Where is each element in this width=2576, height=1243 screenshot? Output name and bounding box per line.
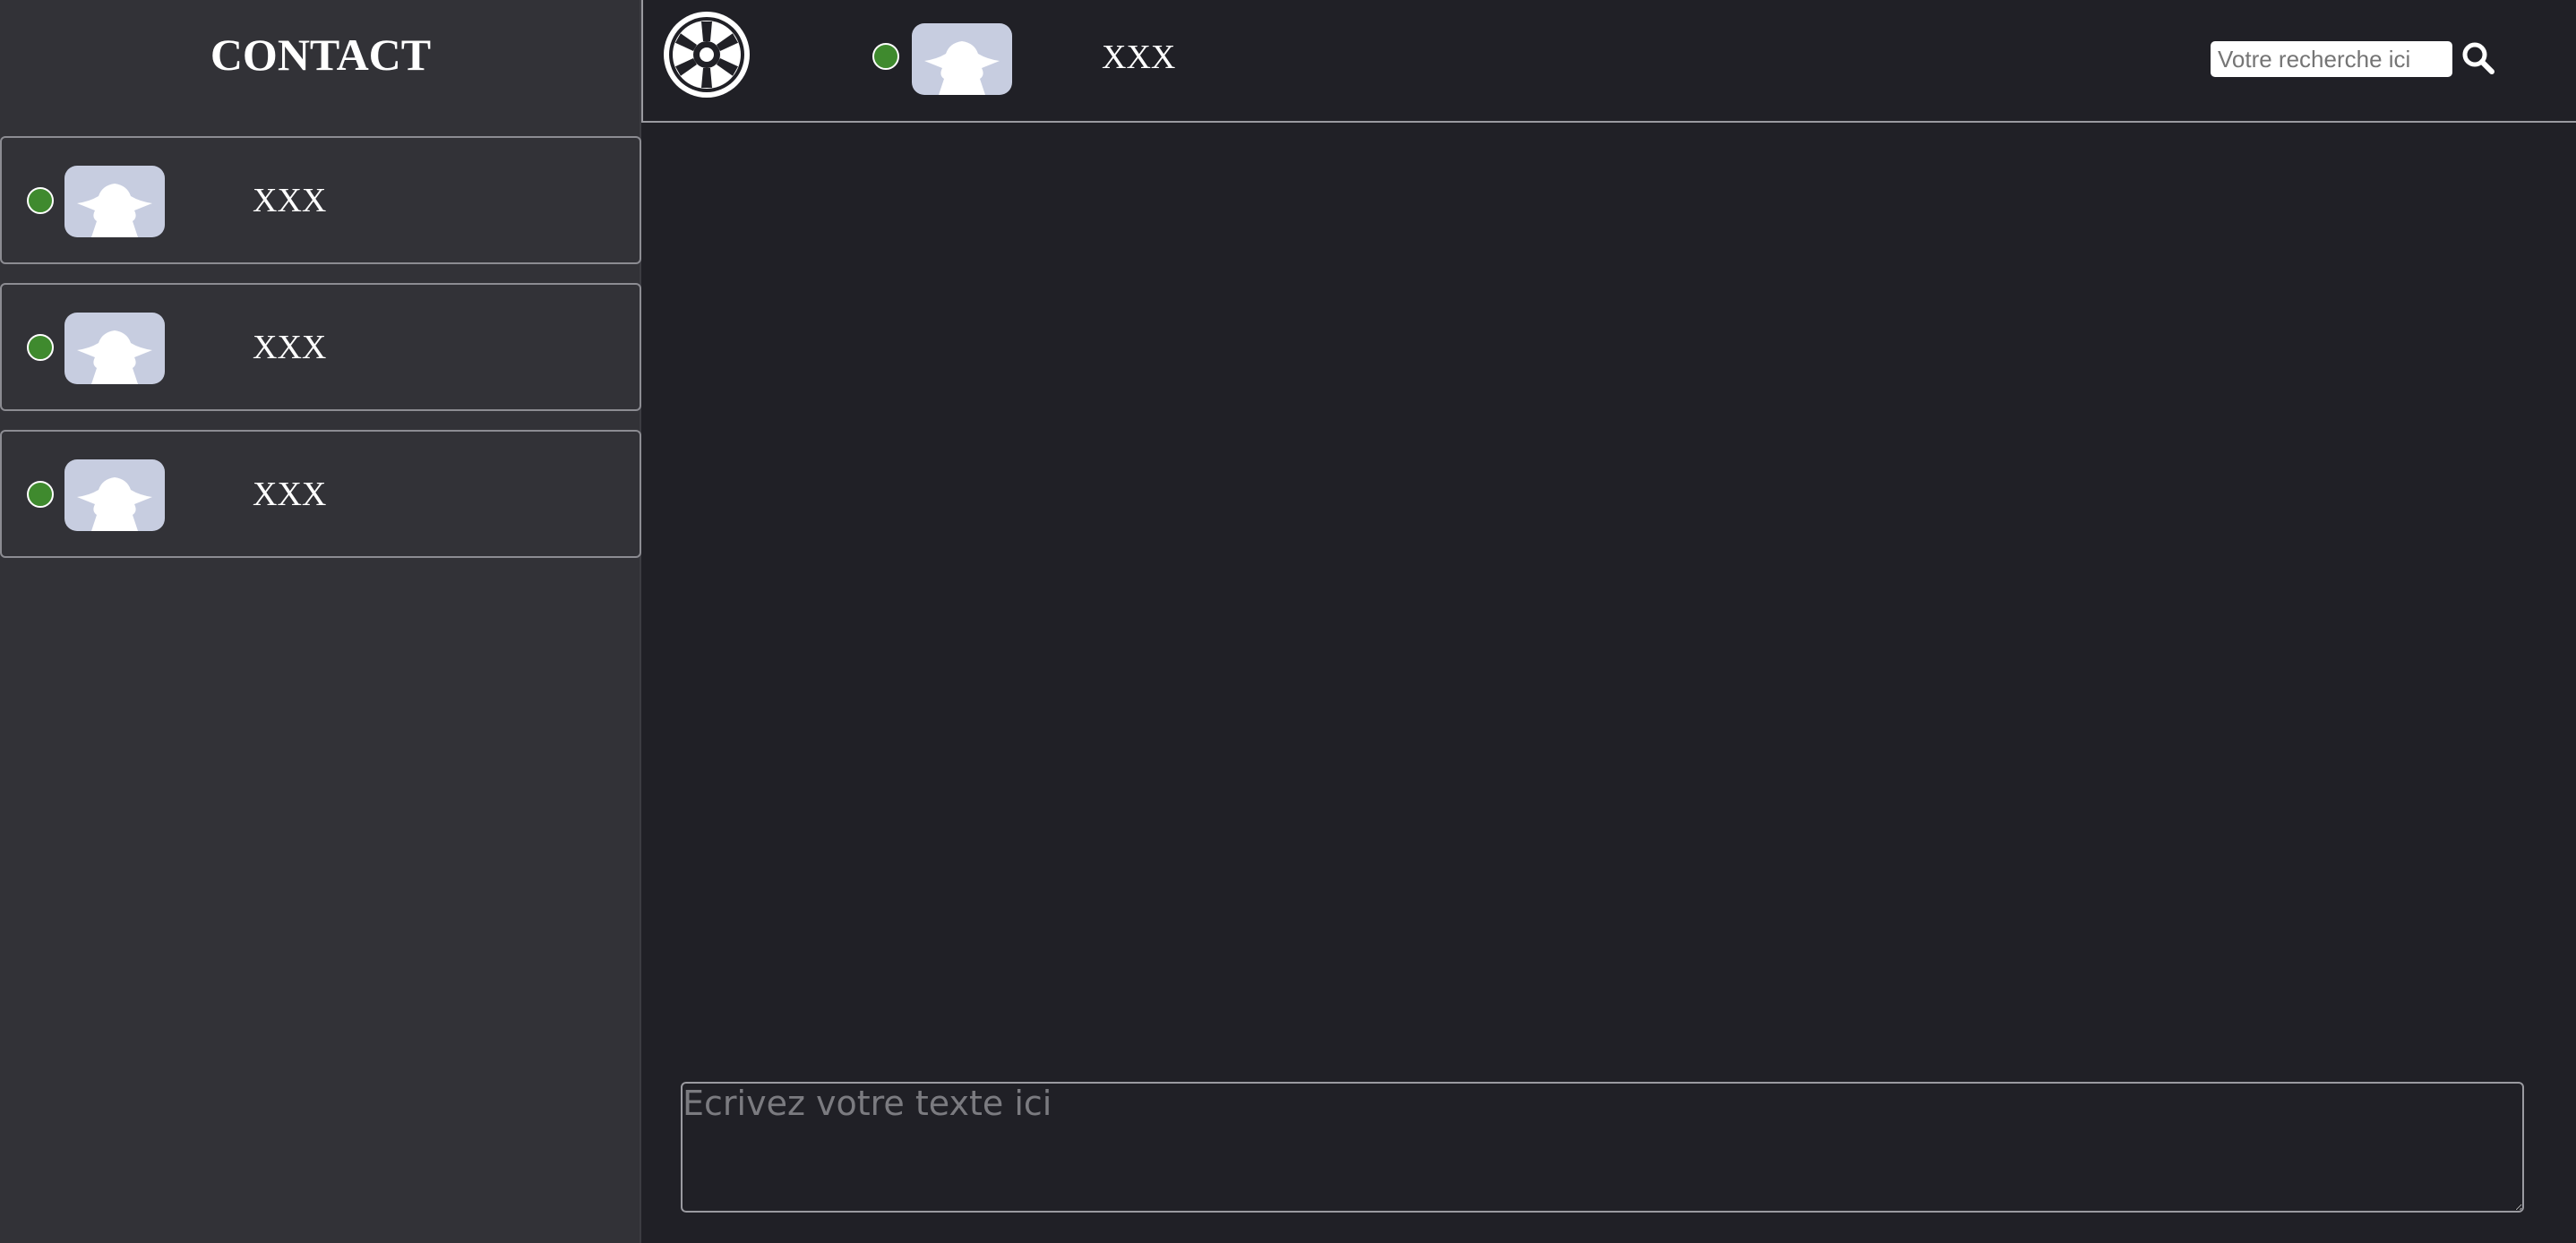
yoda-silhouette-icon: [77, 330, 152, 384]
contact-name: XXX: [253, 182, 327, 219]
sidebar-title: CONTACT: [210, 30, 432, 80]
active-contact-avatar: [912, 23, 1012, 95]
online-status-icon: [27, 481, 54, 508]
online-status-icon: [872, 43, 899, 70]
contact-item[interactable]: XXX: [0, 430, 641, 558]
online-status-icon: [27, 187, 54, 214]
yoda-silhouette-icon: [77, 184, 152, 237]
contact-list: XXX XXX XXX: [0, 136, 641, 577]
yoda-silhouette-icon: [924, 41, 1000, 95]
chat-app: CONTACT XXX XXX XXX XXX Votre recherche …: [0, 0, 2576, 1243]
contact-item[interactable]: XXX: [0, 136, 641, 264]
contact-name: XXX: [253, 476, 327, 513]
online-status-icon: [27, 334, 54, 361]
avatar: [64, 313, 165, 384]
yoda-silhouette-icon: [77, 477, 152, 531]
contact-item[interactable]: XXX: [0, 283, 641, 411]
avatar: [64, 166, 165, 237]
galactic-empire-emblem-icon: [661, 9, 752, 100]
chat-header: XXX: [641, 0, 2576, 123]
message-input[interactable]: [681, 1082, 2524, 1213]
search-icon[interactable]: [2460, 39, 2497, 77]
contact-sidebar: CONTACT XXX XXX XXX: [0, 0, 641, 1243]
search-input[interactable]: [2211, 41, 2452, 77]
contact-name: XXX: [253, 329, 327, 366]
active-contact-name: XXX: [1102, 39, 1176, 76]
avatar: [64, 459, 165, 531]
